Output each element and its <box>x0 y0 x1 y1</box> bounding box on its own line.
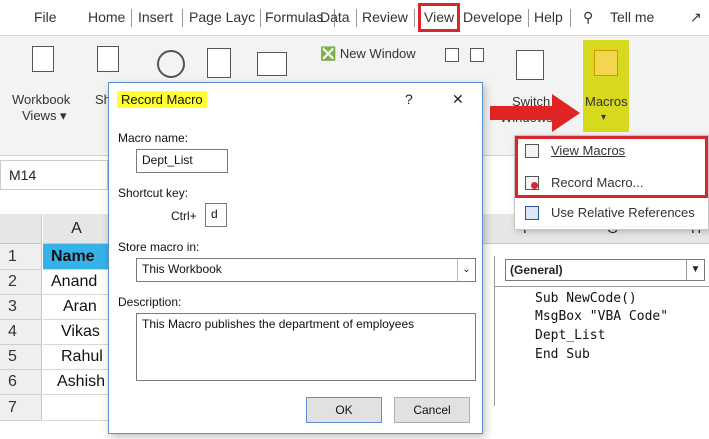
search-icon[interactable]: ⚲ <box>583 9 593 26</box>
tab-help[interactable]: Help <box>534 9 563 25</box>
help-button[interactable]: ? <box>405 91 413 107</box>
row-header[interactable]: 5 <box>0 345 42 370</box>
chevron-down-icon[interactable]: ▼ <box>686 260 704 280</box>
code-line: End Sub <box>535 347 590 362</box>
new-window-label: New Window <box>339 46 416 61</box>
table-cell[interactable]: Aran <box>43 295 110 320</box>
menu-highlight-box <box>515 136 708 198</box>
tab-insert[interactable]: Insert <box>138 9 173 25</box>
store-macro-label: Store macro in: <box>118 240 200 254</box>
vba-editor: (General) ▼ Sub NewCode() MsgBox "VBA Co… <box>494 256 709 406</box>
row-header[interactable]: 3 <box>0 295 42 320</box>
tab-developer[interactable]: Develope <box>463 9 522 25</box>
macros-label: Macros <box>585 94 628 109</box>
show-icon[interactable] <box>97 46 119 72</box>
tab-separator <box>414 9 415 27</box>
store-macro-select[interactable]: This Workbook ⌄ <box>136 258 476 282</box>
tab-separator <box>182 9 183 27</box>
shortcut-key-input[interactable]: d <box>205 203 227 227</box>
arrange-icon[interactable] <box>445 48 459 62</box>
relative-references-icon <box>525 206 539 220</box>
dialog-title: Record Macro <box>117 91 207 108</box>
new-window-button[interactable]: ❎ New Window <box>320 46 416 62</box>
zoom-icon[interactable] <box>157 50 185 78</box>
tell-me-search[interactable]: Tell me <box>610 9 654 25</box>
tab-separator <box>570 9 571 27</box>
tab-separator <box>131 9 132 27</box>
select-all-corner[interactable] <box>0 214 42 244</box>
share-icon[interactable]: ↗ <box>690 9 702 26</box>
row-header[interactable]: 2 <box>0 270 42 295</box>
ribbon-tab-bar: File Home Insert Page Layc Formulas Data… <box>0 0 709 36</box>
description-label: Description: <box>118 295 182 309</box>
tab-formulas[interactable]: Formulas <box>265 9 323 25</box>
ctrl-label: Ctrl+ <box>171 209 197 223</box>
switch-windows-icon[interactable] <box>516 50 544 80</box>
procedure-dropdown-value: (General) <box>510 263 563 277</box>
workbook-views-label-2[interactable]: Views ▾ <box>22 108 67 124</box>
code-line: MsgBox "VBA Code" <box>535 309 669 324</box>
code-line: Sub NewCode() <box>535 291 637 306</box>
table-cell[interactable] <box>43 395 110 421</box>
cancel-button[interactable]: Cancel <box>394 397 470 423</box>
macros-dropdown-icon: ▾ <box>601 112 607 123</box>
code-window[interactable]: Sub NewCode() MsgBox "VBA Code" Dept_Lis… <box>495 286 709 406</box>
table-cell[interactable]: Ashish <box>43 370 110 395</box>
record-macro-dialog: Record Macro ? ✕ Macro name: Dept_List S… <box>108 82 483 434</box>
ok-button[interactable]: OK <box>306 397 382 423</box>
macro-name-input[interactable]: Dept_List <box>136 149 228 173</box>
name-box[interactable]: M14 <box>0 160 108 190</box>
tab-data[interactable]: Data <box>320 9 350 25</box>
close-icon[interactable]: ✕ <box>452 91 464 108</box>
table-cell[interactable]: Vikas <box>43 320 110 345</box>
table-cell-header[interactable]: Name <box>43 244 110 270</box>
workbook-views-label[interactable]: Workbook <box>12 92 70 108</box>
row-header[interactable]: 4 <box>0 320 42 345</box>
store-macro-value: This Workbook <box>142 262 222 276</box>
table-cell[interactable]: Rahul <box>43 345 110 370</box>
row-header[interactable]: 1 <box>0 244 42 270</box>
tab-separator <box>356 9 357 27</box>
chevron-down-icon[interactable]: ⌄ <box>457 259 475 281</box>
column-header-a[interactable]: A <box>43 214 110 244</box>
table-cell[interactable]: Anand <box>43 270 110 295</box>
tab-file[interactable]: File <box>34 9 57 25</box>
macros-menu: View Macros Record Macro... Use Relative… <box>514 135 709 230</box>
zoom-100-icon[interactable] <box>207 48 231 78</box>
macro-name-label: Macro name: <box>118 131 189 145</box>
row-header[interactable]: 6 <box>0 370 42 395</box>
view-tab-highlight <box>418 3 460 32</box>
workbook-views-icon[interactable] <box>32 46 54 72</box>
shortcut-key-label: Shortcut key: <box>118 186 189 200</box>
menu-item-relative-references[interactable]: Use Relative References <box>551 205 695 220</box>
procedure-dropdown[interactable]: (General) ▼ <box>505 259 705 281</box>
tab-review[interactable]: Review <box>362 9 408 25</box>
code-line: Dept_List <box>535 328 606 343</box>
tab-separator <box>528 9 529 27</box>
split-icon[interactable] <box>470 48 484 62</box>
tab-separator <box>260 9 261 27</box>
macros-icon <box>594 50 618 76</box>
tab-home[interactable]: Home <box>88 9 125 25</box>
macros-button[interactable]: Macros ▾ <box>583 40 629 132</box>
description-textarea[interactable]: This Macro publishes the department of e… <box>136 313 476 381</box>
zoom-selection-icon[interactable] <box>257 52 287 76</box>
tab-page-layout[interactable]: Page Layc <box>189 9 255 25</box>
row-header[interactable]: 7 <box>0 395 42 421</box>
pointer-arrow-icon <box>490 94 580 132</box>
